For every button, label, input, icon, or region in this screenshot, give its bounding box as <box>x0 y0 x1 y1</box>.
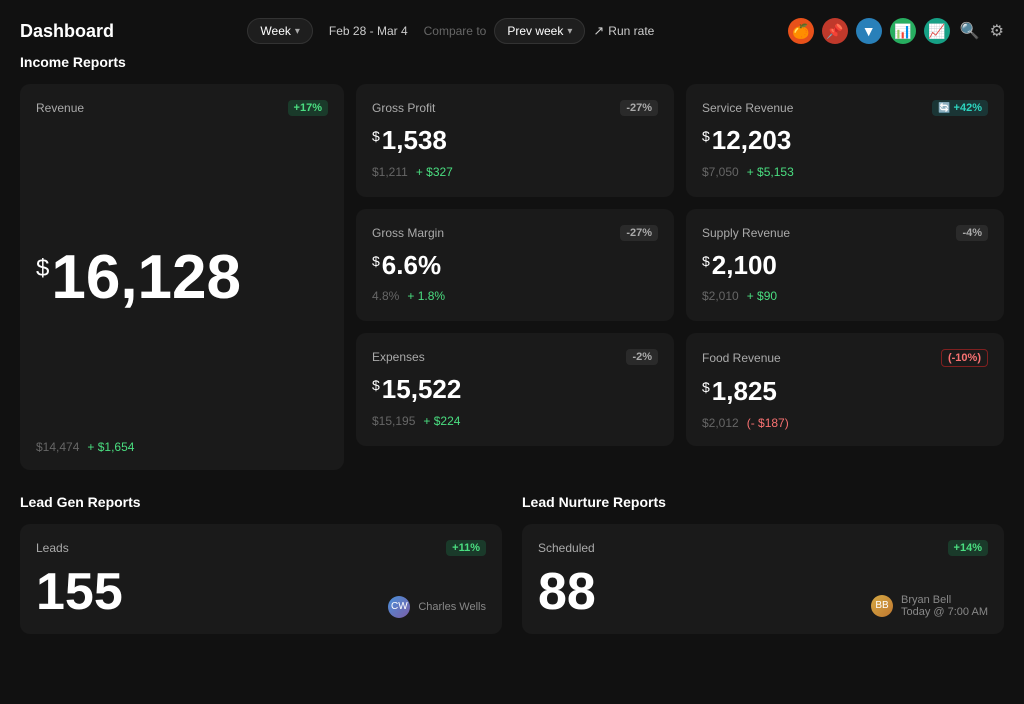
service-revenue-label: Service Revenue <box>702 101 793 115</box>
gross-margin-label: Gross Margin <box>372 226 444 240</box>
supply-revenue-header: Supply Revenue -4% <box>702 225 988 241</box>
revenue-card: Revenue +17% $ 16,128 $14,474 + $1,654 <box>20 84 344 470</box>
leads-badge: +11% <box>446 540 486 556</box>
leads-avatar: CW <box>388 596 410 618</box>
leads-value: 155 <box>36 566 123 618</box>
service-revenue-header: Service Revenue 🔄 +42% <box>702 100 988 116</box>
trend-icon: ↗ <box>593 23 604 39</box>
app-icon-4[interactable]: 📊 <box>890 18 916 44</box>
food-revenue-label: Food Revenue <box>702 351 781 365</box>
food-revenue-header: Food Revenue (-10%) <box>702 349 988 367</box>
scheduled-badge: +14% <box>948 540 988 556</box>
expenses-card: Expenses -2% $ 15,522 $15,195 + $224 <box>356 333 674 446</box>
gross-profit-value: $ 1,538 <box>372 126 658 155</box>
leads-card: Leads +11% 155 CW Charles Wells <box>20 524 502 634</box>
page-wrapper: Dashboard Week ▾ Feb 28 - Mar 4 Compare … <box>0 0 1024 634</box>
app-icon-5[interactable]: 📈 <box>924 18 950 44</box>
gross-margin-badge: -27% <box>620 225 658 241</box>
header-right: 🍊 📌 ▼ 📊 📈 🔍 ⚙ <box>788 18 1004 44</box>
expenses-header: Expenses -2% <box>372 349 658 365</box>
app-icon-1[interactable]: 🍊 <box>788 18 814 44</box>
bottom-sections: Lead Gen Reports Leads +11% 155 CW Charl… <box>20 494 1004 634</box>
week-selector[interactable]: Week ▾ <box>247 18 313 44</box>
expenses-badge: -2% <box>626 349 658 365</box>
service-revenue-value: $ 12,203 <box>702 126 988 155</box>
supply-revenue-label: Supply Revenue <box>702 226 790 240</box>
chevron-down-icon-2: ▾ <box>567 26 572 37</box>
scheduled-header: Scheduled +14% <box>538 540 988 556</box>
income-right-grid: Gross Profit -27% $ 1,538 $1,211 + $327 <box>356 84 1004 446</box>
app-icon-3[interactable]: ▼ <box>856 18 882 44</box>
gross-profit-card: Gross Profit -27% $ 1,538 $1,211 + $327 <box>356 84 674 197</box>
gross-margin-footer: 4.8% + 1.8% <box>372 289 658 303</box>
lead-gen-title: Lead Gen Reports <box>20 494 502 510</box>
revenue-prev: $14,474 <box>36 440 79 454</box>
supply-revenue-footer: $2,010 + $90 <box>702 289 988 303</box>
gross-profit-label: Gross Profit <box>372 101 435 115</box>
page-title: Dashboard <box>20 21 114 42</box>
expenses-label: Expenses <box>372 350 425 364</box>
leads-person: CW Charles Wells <box>388 596 486 618</box>
leads-person-name: Charles Wells <box>418 601 486 613</box>
scheduled-value: 88 <box>538 566 596 618</box>
gross-margin-card: Gross Margin -27% $ 6.6% 4.8% + 1.8% <box>356 209 674 322</box>
food-revenue-value: $ 1,825 <box>702 377 988 406</box>
expenses-footer: $15,195 + $224 <box>372 414 658 428</box>
gross-profit-footer: $1,211 + $327 <box>372 165 658 179</box>
service-revenue-footer: $7,050 + $5,153 <box>702 165 988 179</box>
food-revenue-card: Food Revenue (-10%) $ 1,825 $2,012 (- $1… <box>686 333 1004 446</box>
scheduled-avatar: BB <box>871 595 893 617</box>
leads-label: Leads <box>36 541 69 555</box>
lead-nurture-title: Lead Nurture Reports <box>522 494 1004 510</box>
gross-margin-header: Gross Margin -27% <box>372 225 658 241</box>
food-revenue-badge: (-10%) <box>941 349 988 367</box>
scheduled-label: Scheduled <box>538 541 595 555</box>
food-revenue-footer: $2,012 (- $187) <box>702 416 988 430</box>
revenue-diff: + $1,654 <box>87 440 134 454</box>
service-revenue-badge: 🔄 +42% <box>932 100 988 116</box>
income-reports-section: Income Reports Revenue +17% $ 16,128 $14… <box>20 54 1004 470</box>
scheduled-time: Today @ 7:00 AM <box>901 606 988 618</box>
main-content: Income Reports Revenue +17% $ 16,128 $14… <box>0 54 1024 634</box>
supply-revenue-card: Supply Revenue -4% $ 2,100 $2,010 + $90 <box>686 209 1004 322</box>
revenue-card-header: Revenue +17% <box>36 100 328 116</box>
date-range-display: Feb 28 - Mar 4 <box>321 19 416 43</box>
header-controls: Week ▾ Feb 28 - Mar 4 Compare to Prev we… <box>247 18 654 44</box>
supply-revenue-badge: -4% <box>956 225 988 241</box>
run-rate-button[interactable]: ↗ Run rate <box>593 23 654 39</box>
scheduled-person: BB Bryan Bell Today @ 7:00 AM <box>871 594 988 618</box>
gross-profit-badge: -27% <box>620 100 658 116</box>
revenue-value: $ 16,128 <box>36 247 328 309</box>
expenses-value: $ 15,522 <box>372 375 658 404</box>
revenue-badge: +17% <box>288 100 328 116</box>
app-icons: 🍊 📌 ▼ 📊 📈 <box>788 18 950 44</box>
gross-profit-header: Gross Profit -27% <box>372 100 658 116</box>
revenue-footer: $14,474 + $1,654 <box>36 440 328 454</box>
search-icon[interactable]: 🔍 <box>960 21 980 41</box>
lead-gen-section: Lead Gen Reports Leads +11% 155 CW Charl… <box>20 494 502 634</box>
prev-week-selector[interactable]: Prev week ▾ <box>494 18 585 44</box>
supply-revenue-value: $ 2,100 <box>702 251 988 280</box>
gross-margin-value: $ 6.6% <box>372 251 658 280</box>
lead-nurture-section: Lead Nurture Reports Scheduled +14% 88 B… <box>522 494 1004 634</box>
scheduled-card: Scheduled +14% 88 BB Bryan Bell Today @ … <box>522 524 1004 634</box>
revenue-currency: $ <box>36 255 49 283</box>
revenue-number: 16,128 <box>51 247 241 309</box>
service-revenue-card: Service Revenue 🔄 +42% $ 12,203 $7,050 <box>686 84 1004 197</box>
chevron-down-icon: ▾ <box>295 26 300 37</box>
settings-icon[interactable]: ⚙ <box>990 21 1004 41</box>
app-icon-2[interactable]: 📌 <box>822 18 848 44</box>
leads-header: Leads +11% <box>36 540 486 556</box>
revenue-label: Revenue <box>36 101 84 115</box>
compare-label: Compare to <box>424 24 487 38</box>
scheduled-person-name: Bryan Bell <box>901 594 988 606</box>
income-reports-title: Income Reports <box>20 54 1004 70</box>
header: Dashboard Week ▾ Feb 28 - Mar 4 Compare … <box>0 0 1024 54</box>
